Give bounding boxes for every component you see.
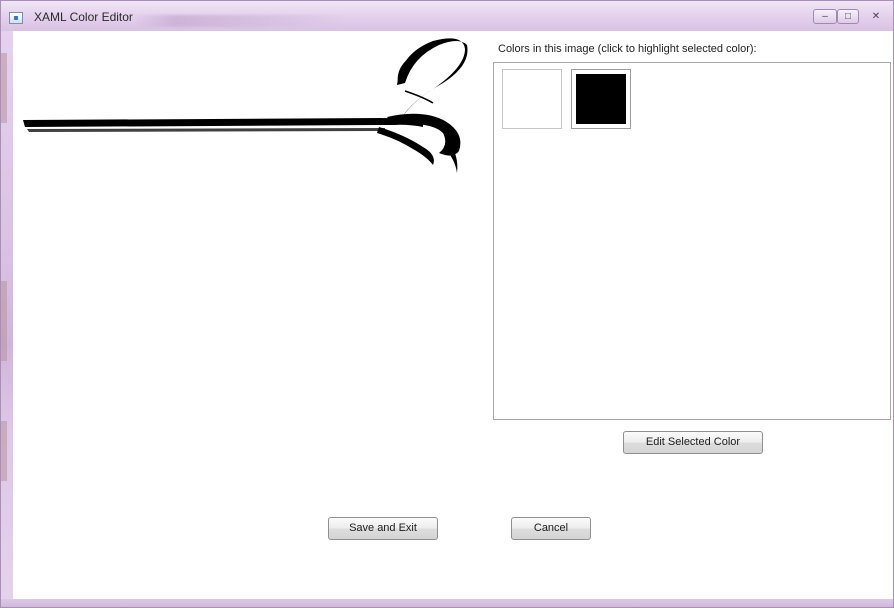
swatch-fill <box>576 74 626 124</box>
save-and-exit-button[interactable]: Save and Exit <box>328 517 438 540</box>
window-title: XAML Color Editor <box>34 10 133 24</box>
color-swatch-black[interactable] <box>571 69 631 129</box>
color-palette-list[interactable] <box>493 62 891 420</box>
calligraphic-swash-ornament <box>23 38 468 173</box>
background-bleed <box>1 281 7 361</box>
close-button[interactable]: ✕ <box>863 9 889 24</box>
palette-label: Colors in this image (click to highlight… <box>498 43 757 55</box>
window-left-border <box>1 31 13 601</box>
minimize-icon: – <box>822 11 828 22</box>
xaml-color-editor-window: XAML Color Editor – □ ✕ Colors in this i… <box>0 0 894 608</box>
close-icon: ✕ <box>871 11 881 22</box>
background-bleed <box>1 421 7 481</box>
background-window-ghost <box>134 15 344 27</box>
minimize-button[interactable]: – <box>813 9 837 24</box>
color-swatch-white[interactable] <box>502 69 562 129</box>
window-bottom-border <box>1 599 893 607</box>
app-window-icon[interactable] <box>9 12 23 24</box>
maximize-button[interactable]: □ <box>837 9 859 24</box>
maximize-icon: □ <box>844 11 852 22</box>
background-bleed <box>1 53 7 123</box>
swatch-fill <box>507 74 557 124</box>
title-bar[interactable]: XAML Color Editor – □ ✕ <box>1 1 893 31</box>
image-preview <box>13 31 483 211</box>
client-area: Colors in this image (click to highlight… <box>13 31 893 599</box>
edit-selected-color-button[interactable]: Edit Selected Color <box>623 431 763 454</box>
cancel-button[interactable]: Cancel <box>511 517 591 540</box>
